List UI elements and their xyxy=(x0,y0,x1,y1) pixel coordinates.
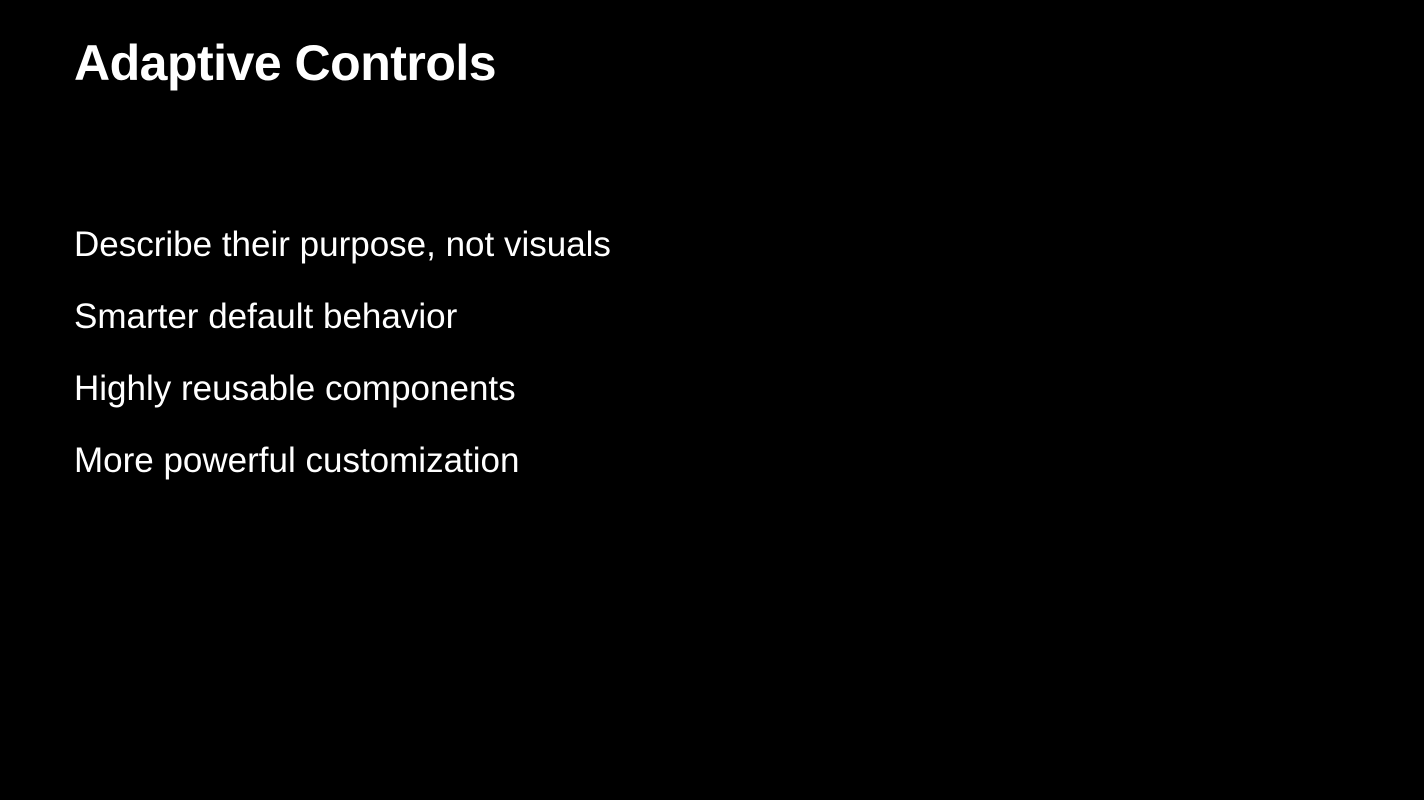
bullet-item-default-behavior: Smarter default behavior xyxy=(74,297,458,336)
bullet-list: Describe their purpose, not visuals Smar… xyxy=(74,222,611,510)
bullet-item-customization: More powerful customization xyxy=(74,441,520,480)
slide-title: Adaptive Controls xyxy=(74,35,497,91)
presentation-slide: Adaptive Controls Describe their purpose… xyxy=(0,0,1424,800)
bullet-item-reusable-components: Highly reusable components xyxy=(74,369,516,408)
bullet-item-purpose: Describe their purpose, not visuals xyxy=(74,225,611,264)
